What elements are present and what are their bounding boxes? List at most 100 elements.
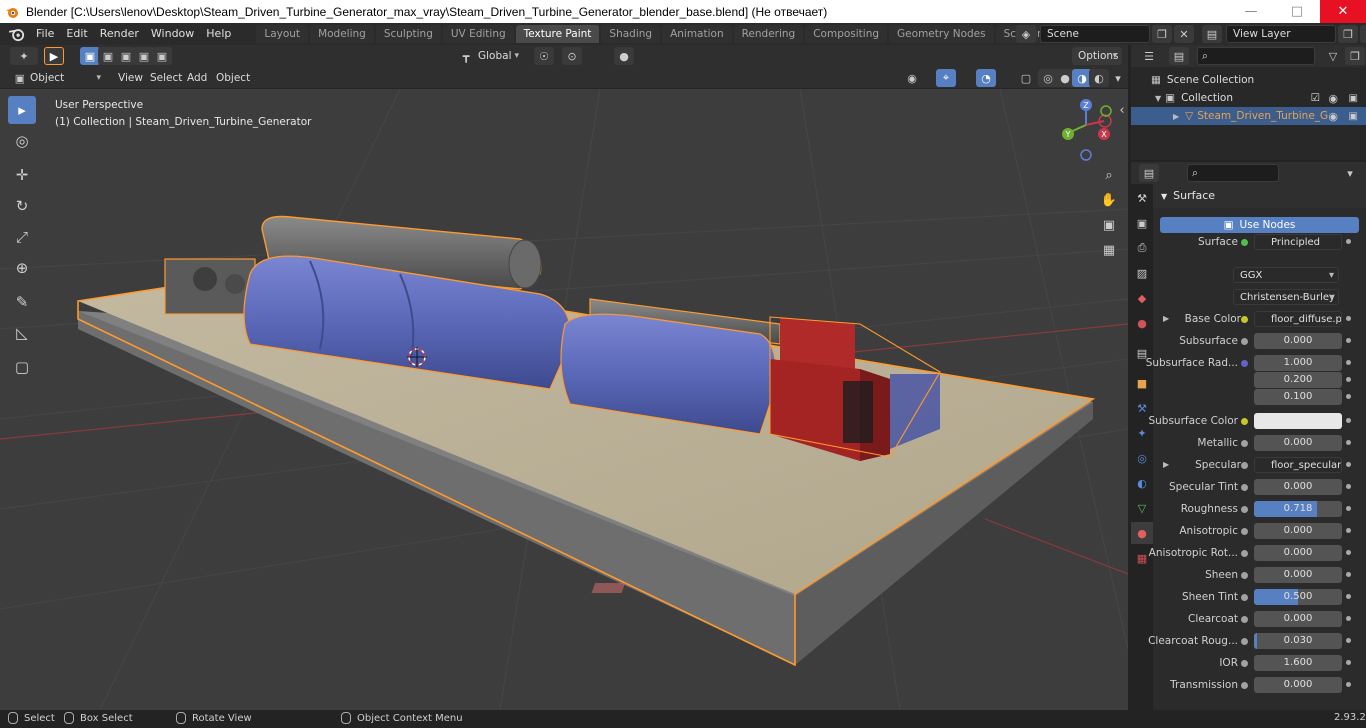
pan-hand-icon[interactable]: ✋	[1098, 189, 1120, 211]
tab-layout[interactable]: Layout	[256, 25, 309, 43]
expand-arrow-icon[interactable]: ▶	[1173, 112, 1179, 121]
scene-name-field[interactable]: Scene	[1040, 25, 1150, 43]
property-field[interactable]: floor_diffuse.png	[1254, 311, 1342, 327]
view-layer-tab-icon[interactable]: ▨	[1131, 262, 1153, 284]
socket-dot-icon[interactable]	[1241, 550, 1248, 557]
view-layer-icon[interactable]: ▤	[1202, 25, 1222, 43]
socket-dot-icon[interactable]	[1241, 638, 1248, 645]
view-layer-field[interactable]: View Layer	[1226, 25, 1336, 43]
shading-options-icon[interactable]: ▾	[1108, 69, 1128, 87]
ortho-grid-icon[interactable]: ▦	[1098, 239, 1120, 261]
shading-rendered-icon[interactable]: ◐	[1089, 69, 1109, 87]
menu-render[interactable]: Render	[94, 24, 145, 44]
menu-edit[interactable]: Edit	[60, 24, 93, 44]
output-tab-icon[interactable]: ⎙	[1131, 237, 1153, 259]
property-field[interactable]: 0.000	[1254, 611, 1342, 627]
surface-section-header[interactable]: ▼ Surface	[1153, 184, 1366, 208]
collection-checkbox[interactable]: ☑	[1311, 92, 1320, 104]
outliner-new-collection-icon[interactable]: ❐	[1345, 47, 1365, 65]
keyframe-dot-icon[interactable]	[1346, 377, 1351, 382]
delete-scene-icon[interactable]: ✕	[1174, 25, 1194, 43]
keyframe-dot-icon[interactable]	[1346, 394, 1351, 399]
select-mode-invert-icon[interactable]: ▣	[134, 47, 154, 65]
property-field[interactable]: 0.000	[1254, 677, 1342, 693]
socket-dot-icon[interactable]	[1241, 660, 1248, 667]
collection-render-icon[interactable]: ▣	[1349, 93, 1358, 104]
tab-geometry-nodes[interactable]: Geometry Nodes	[889, 25, 994, 43]
keyframe-dot-icon[interactable]	[1346, 316, 1351, 321]
zoom-icon[interactable]: ⌕	[1098, 164, 1120, 186]
constraints-tab-icon[interactable]: ◐	[1131, 472, 1153, 494]
scale-tool-icon[interactable]: ⤢	[8, 223, 36, 251]
socket-dot-icon[interactable]	[1241, 484, 1248, 491]
menu-window[interactable]: Window	[145, 24, 200, 44]
property-field[interactable]: 0.200	[1254, 372, 1342, 388]
data-tab-icon[interactable]: ▽	[1131, 497, 1153, 519]
object-tab-icon[interactable]: ■	[1131, 372, 1153, 394]
keyframe-dot-icon[interactable]	[1346, 550, 1351, 555]
close-button[interactable]: ✕	[1320, 0, 1366, 23]
scene-selector-icon[interactable]: ◈	[1016, 25, 1036, 43]
physics-tab-icon[interactable]: ◎	[1131, 447, 1153, 469]
socket-dot-icon[interactable]	[1241, 418, 1248, 425]
proportional-edit-icon[interactable]: ●	[614, 47, 634, 65]
pivot-point-icon[interactable]: ☉	[534, 47, 554, 65]
property-field[interactable]: 1.000	[1254, 355, 1342, 371]
property-field[interactable]: Principled BSDF	[1254, 234, 1342, 250]
tab-shading[interactable]: Shading	[601, 25, 661, 43]
measure-tool-icon[interactable]: ◺	[8, 319, 36, 347]
tab-compositing[interactable]: Compositing	[805, 25, 888, 43]
render-tab-icon[interactable]: ▣	[1131, 212, 1153, 234]
maximize-button[interactable]: □	[1274, 0, 1320, 23]
keyframe-dot-icon[interactable]	[1346, 572, 1351, 577]
object-visibility-icon[interactable]: ◉	[1328, 110, 1338, 123]
outliner-display-mode-icon[interactable]: ▤	[1169, 47, 1189, 65]
select-mode-intersect-icon[interactable]: ▣	[152, 47, 172, 65]
move-tool-icon[interactable]: ✛	[8, 161, 36, 189]
new-scene-icon[interactable]: ❐	[1152, 25, 1172, 43]
socket-dot-icon[interactable]	[1241, 506, 1248, 513]
keyframe-dot-icon[interactable]	[1346, 528, 1351, 533]
tool-tab-icon[interactable]: ⚒	[1131, 187, 1153, 209]
snap-icon[interactable]: ⊙	[562, 47, 582, 65]
property-field[interactable]: 0.100	[1254, 389, 1342, 405]
material-tab-icon[interactable]: ●	[1131, 522, 1153, 544]
property-dropdown[interactable]: Christensen-Burley	[1233, 289, 1339, 305]
property-field[interactable]: 0.000	[1254, 333, 1342, 349]
socket-dot-icon[interactable]	[1241, 440, 1248, 447]
socket-dot-icon[interactable]	[1241, 462, 1248, 469]
property-field[interactable]: floor_specular.png	[1254, 457, 1342, 473]
property-dropdown[interactable]: GGX	[1233, 267, 1339, 283]
outliner-editor-icon[interactable]: ☰	[1139, 47, 1159, 65]
delete-view-layer-icon[interactable]: ✕	[1360, 25, 1366, 43]
property-field[interactable]: 0.030	[1254, 633, 1342, 649]
property-field[interactable]: 0.500	[1254, 589, 1342, 605]
socket-dot-icon[interactable]	[1241, 682, 1248, 689]
visibility-icon[interactable]: ◉	[902, 69, 922, 87]
minimize-button[interactable]: —	[1228, 0, 1274, 23]
tab-modeling[interactable]: Modeling	[310, 25, 374, 43]
outliner-filter-icon[interactable]: ▽	[1323, 47, 1343, 65]
keyframe-dot-icon[interactable]	[1346, 594, 1351, 599]
select-mode-extend-icon[interactable]: ▣	[98, 47, 118, 65]
keyframe-dot-icon[interactable]	[1346, 360, 1351, 365]
menu-add[interactable]: Add	[181, 69, 213, 87]
keyframe-dot-icon[interactable]	[1346, 440, 1351, 445]
select-box-tool-icon[interactable]: ▸	[8, 96, 36, 124]
socket-dot-icon[interactable]	[1241, 239, 1248, 246]
properties-search-input[interactable]: ⌕	[1187, 164, 1279, 182]
expand-arrow-icon[interactable]: ▼	[1155, 94, 1161, 103]
expand-arrow-icon[interactable]: ▶	[1163, 310, 1169, 328]
object-render-icon[interactable]: ▣	[1349, 111, 1358, 122]
property-field[interactable]: 0.000	[1254, 523, 1342, 539]
color-swatch[interactable]	[1254, 413, 1342, 429]
blender-menu-icon[interactable]	[6, 25, 28, 43]
property-field[interactable]: 1.600	[1254, 655, 1342, 671]
keyframe-dot-icon[interactable]	[1346, 338, 1351, 343]
property-field[interactable]: 0.000	[1254, 435, 1342, 451]
editor-type-icon[interactable]: ✦	[10, 47, 38, 65]
socket-dot-icon[interactable]	[1241, 528, 1248, 535]
transform-tool-icon[interactable]: ⊕	[8, 254, 36, 282]
tab-sculpting[interactable]: Sculpting	[375, 25, 441, 43]
tab-texture-paint[interactable]: Texture Paint	[515, 25, 600, 43]
